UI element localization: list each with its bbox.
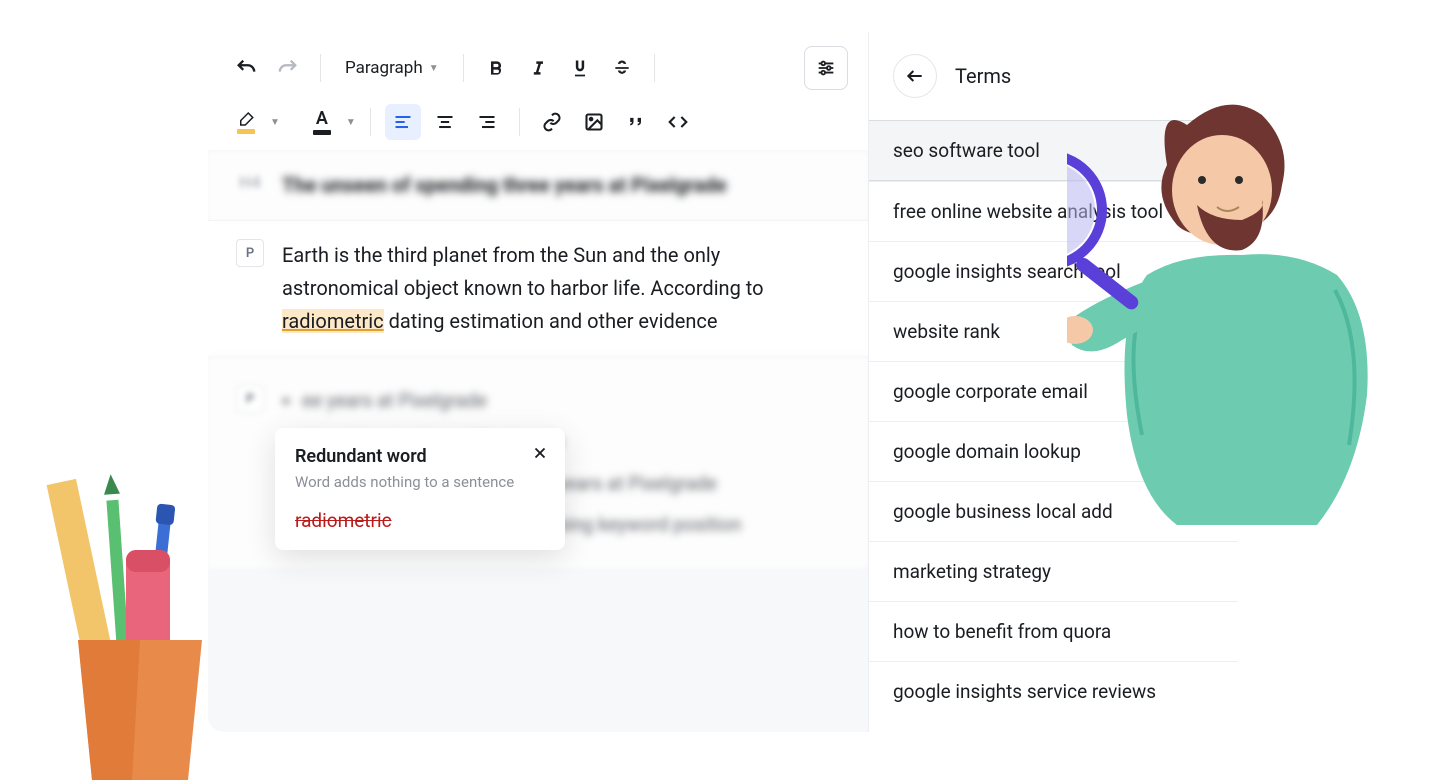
- style-dropdown-label: Paragraph: [345, 58, 423, 78]
- italic-button[interactable]: [520, 50, 556, 86]
- chevron-down-icon[interactable]: ▼: [270, 117, 280, 128]
- paragraph-block[interactable]: P Earth is the third planet from the Sun…: [208, 220, 868, 356]
- suggestion-title: Redundant word: [295, 446, 545, 467]
- suggestion-word[interactable]: radiometric: [295, 509, 545, 532]
- block-tag-h4: H4: [236, 169, 264, 197]
- block-tag-p: P: [236, 239, 264, 267]
- close-button[interactable]: [531, 444, 549, 462]
- toolbar: Paragraph ▼: [208, 32, 868, 150]
- strikethrough-button[interactable]: [604, 50, 640, 86]
- code-button[interactable]: [660, 104, 696, 140]
- text-color-button[interactable]: A: [304, 104, 340, 140]
- term-item[interactable]: google insights service reviews: [869, 661, 1238, 721]
- paragraph-text: Earth is the third planet from the Sun a…: [282, 239, 840, 338]
- link-button[interactable]: [534, 104, 570, 140]
- underline-button[interactable]: [562, 50, 598, 86]
- suggestion-subtitle: Word adds nothing to a sentence: [295, 473, 545, 491]
- person-illustration: [1067, 75, 1387, 575]
- chevron-down-icon[interactable]: ▼: [346, 117, 356, 128]
- block-tag-p: P: [236, 385, 264, 413]
- term-item[interactable]: how to benefit from quora: [869, 601, 1238, 661]
- heading-text: The unseen of spending three years at Pi…: [282, 169, 727, 202]
- highlighted-word[interactable]: radiometric: [282, 309, 384, 333]
- align-center-button[interactable]: [427, 104, 463, 140]
- pencil-cup-illustration: [40, 460, 240, 780]
- highlight-color-button[interactable]: [228, 104, 264, 140]
- editor-pane: Paragraph ▼: [208, 32, 868, 732]
- align-right-button[interactable]: [469, 104, 505, 140]
- back-button[interactable]: [893, 54, 937, 98]
- heading-block[interactable]: H4 The unseen of spending three years at…: [208, 150, 868, 220]
- bold-button[interactable]: [478, 50, 514, 86]
- style-dropdown[interactable]: Paragraph ▼: [335, 50, 449, 86]
- settings-button[interactable]: [804, 46, 848, 90]
- suggestion-popup: Redundant word Word adds nothing to a se…: [275, 428, 565, 550]
- redo-button[interactable]: [270, 50, 306, 86]
- image-button[interactable]: [576, 104, 612, 140]
- panel-title: Terms: [955, 64, 1011, 88]
- align-left-button[interactable]: [385, 104, 421, 140]
- undo-button[interactable]: [228, 50, 264, 86]
- chevron-down-icon: ▼: [429, 63, 439, 74]
- quote-button[interactable]: [618, 104, 654, 140]
